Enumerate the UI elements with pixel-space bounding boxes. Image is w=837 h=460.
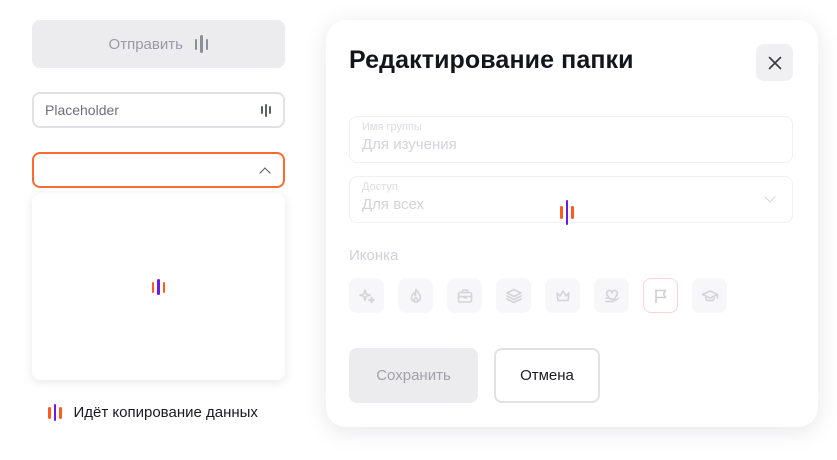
sparkles-icon[interactable] <box>349 278 384 313</box>
placeholder-text: Placeholder <box>45 102 119 118</box>
placeholder-input[interactable]: Placeholder <box>32 92 285 128</box>
edit-folder-dialog: Редактирование папки Имя группы Для изуч… <box>326 20 818 427</box>
loading-icon <box>560 200 574 225</box>
icons-label: Иконка <box>349 247 399 264</box>
copy-status-text: Идёт копирование данных <box>73 404 258 421</box>
dialog-title: Редактирование папки <box>349 46 634 74</box>
heart-hand-icon[interactable] <box>594 278 629 313</box>
page: Отправить Placeholder Идёт копирование д… <box>0 0 837 460</box>
save-button[interactable]: Сохранить <box>349 348 478 403</box>
chevron-up-icon[interactable] <box>259 166 271 179</box>
group-name-field[interactable]: Имя группы Для изучения <box>349 116 793 163</box>
close-icon <box>768 56 781 69</box>
close-button[interactable] <box>756 44 793 81</box>
flag-icon[interactable] <box>643 278 678 313</box>
access-label: Доступ <box>362 181 398 193</box>
graduation-cap-icon[interactable] <box>692 278 727 313</box>
layers-icon[interactable] <box>496 278 531 313</box>
loading-icon <box>48 404 62 421</box>
briefcase-icon[interactable] <box>447 278 482 313</box>
dropdown-panel <box>32 194 285 380</box>
select-field[interactable] <box>32 152 285 188</box>
send-button[interactable]: Отправить <box>32 20 285 68</box>
loading-icon <box>194 35 209 53</box>
icon-picker <box>349 278 727 313</box>
group-name-value: Для изучения <box>362 136 457 153</box>
group-name-label: Имя группы <box>362 121 422 133</box>
crown-icon[interactable] <box>545 278 580 313</box>
copy-status: Идёт копирование данных <box>48 404 258 421</box>
fire-icon[interactable] <box>398 278 433 313</box>
send-button-label: Отправить <box>108 35 183 53</box>
loading-icon <box>261 103 271 117</box>
loading-icon <box>151 279 166 295</box>
cancel-button[interactable]: Отмена <box>494 348 600 403</box>
